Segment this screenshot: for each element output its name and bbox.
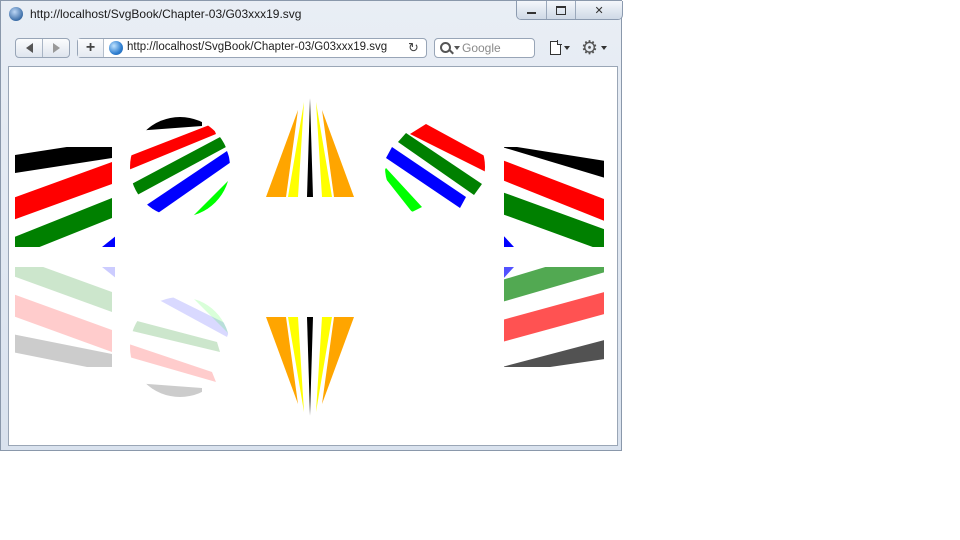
add-bookmark-button[interactable]: + xyxy=(78,39,104,57)
close-button[interactable]: ✕ xyxy=(576,1,622,19)
title-bar: http://localhost/SvgBook/Chapter-03/G03x… xyxy=(1,1,623,27)
maximize-icon xyxy=(555,5,566,15)
plus-icon: + xyxy=(85,39,96,56)
svg-canvas xyxy=(15,98,604,416)
stripe-shapes xyxy=(15,98,604,416)
window-controls: ✕ xyxy=(516,1,623,20)
search-input[interactable]: Google xyxy=(434,38,535,58)
stripe-square-left xyxy=(15,147,115,247)
forward-button[interactable] xyxy=(42,39,69,57)
search-engine-dropdown-icon[interactable] xyxy=(454,46,460,50)
stripe-red-faded xyxy=(130,343,216,382)
back-button[interactable] xyxy=(16,39,42,57)
tools-menu-button[interactable]: ⚙ xyxy=(581,37,609,59)
address-bar[interactable]: + http://localhost/SvgBook/Chapter-03/G0… xyxy=(77,38,427,58)
minimize-icon xyxy=(526,11,536,14)
back-arrow-icon xyxy=(25,43,33,53)
window-title: http://localhost/SvgBook/Chapter-03/G03x… xyxy=(30,7,302,21)
stripe-blue-faded xyxy=(102,267,115,278)
minimize-button[interactable] xyxy=(517,1,547,19)
stripe-blue xyxy=(504,236,514,247)
chevron-down-icon xyxy=(601,46,608,50)
fan-reflection xyxy=(266,317,354,416)
fan-upright xyxy=(266,98,354,197)
reflection-square-right xyxy=(504,267,604,367)
stripe-red-mid xyxy=(504,292,604,342)
search-placeholder: Google xyxy=(462,41,501,55)
navigation-toolbar: + http://localhost/SvgBook/Chapter-03/G0… xyxy=(1,29,621,65)
back-forward-group xyxy=(15,38,70,58)
stripe-circle-right xyxy=(385,124,485,212)
stripe-black-faded xyxy=(130,382,202,397)
reflection-circle-left xyxy=(130,297,230,397)
gear-icon: ⚙ xyxy=(581,37,599,59)
browser-globe-icon xyxy=(9,7,23,21)
fan-black-center xyxy=(307,98,313,197)
chevron-down-icon xyxy=(564,46,570,50)
stripe-black-mid xyxy=(504,340,604,367)
stripe-circle-left xyxy=(130,117,230,217)
globe-icon xyxy=(109,41,123,55)
maximize-button[interactable] xyxy=(546,1,577,19)
stripe-black xyxy=(130,117,202,132)
stripe-square-right xyxy=(504,147,604,247)
url-text[interactable]: http://localhost/SvgBook/Chapter-03/G03x… xyxy=(127,41,387,53)
page-menu-button[interactable] xyxy=(550,38,576,58)
page-icon xyxy=(550,40,562,55)
forward-arrow-icon xyxy=(52,43,60,53)
reflection-square-left xyxy=(15,267,115,367)
stripe-blue xyxy=(102,236,115,247)
close-icon: ✕ xyxy=(594,4,604,17)
reload-icon[interactable]: ↻ xyxy=(408,40,419,56)
svg-document-area xyxy=(8,66,618,446)
fan-black-center xyxy=(307,317,313,416)
search-icon[interactable] xyxy=(440,42,451,53)
browser-window: http://localhost/SvgBook/Chapter-03/G03x… xyxy=(0,0,623,451)
stripe-green-mid xyxy=(504,267,604,302)
